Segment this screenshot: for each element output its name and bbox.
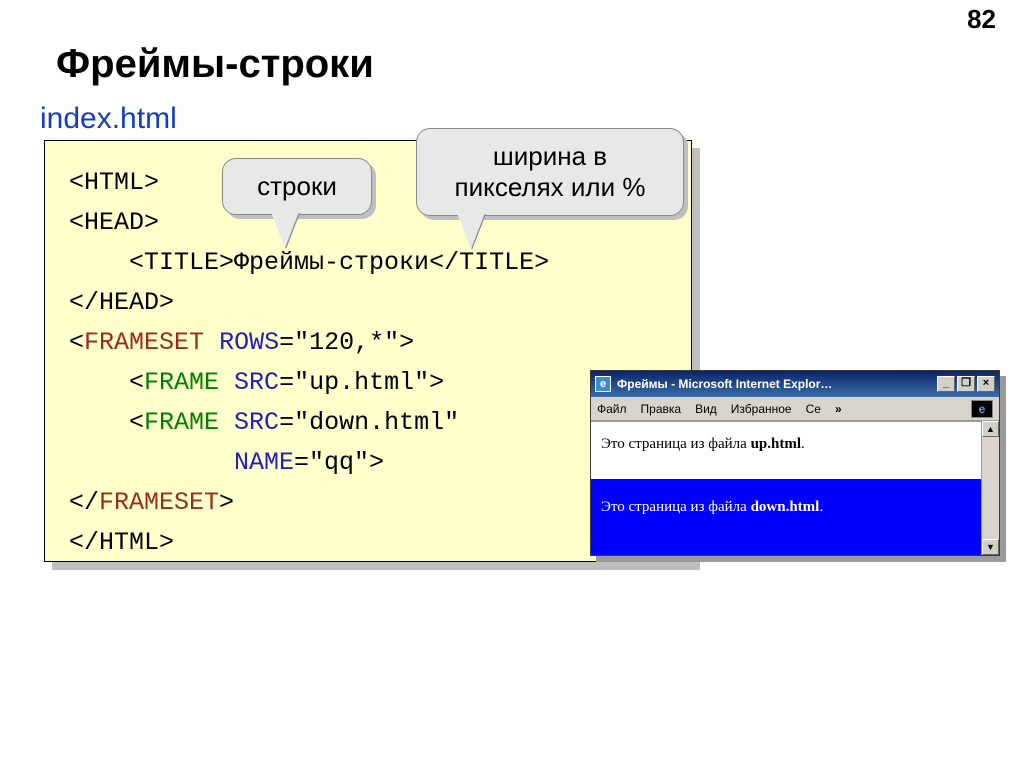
callout-tail xyxy=(457,213,485,249)
frame-up-dot: . xyxy=(801,436,805,452)
code-text: </HTML> xyxy=(69,528,174,557)
callout-text: строки xyxy=(257,171,337,201)
code-text: ="down.html" xyxy=(279,408,459,437)
menu-favorites[interactable]: Избранное xyxy=(731,402,792,416)
code-text: < xyxy=(69,328,84,357)
code-text: <TITLE> xyxy=(69,248,234,277)
ie-logo-icon: e xyxy=(971,400,993,418)
code-text: ="120,*"> xyxy=(279,328,414,357)
code-text xyxy=(219,368,234,397)
code-text: ="qq"> xyxy=(294,448,384,477)
code-keyword: FRAMESET xyxy=(99,488,219,517)
code-text: <HTML> xyxy=(69,168,159,197)
frame-down-content: Это страница из файла down.html. xyxy=(591,479,999,555)
slide-title: Фреймы-строки xyxy=(56,42,374,87)
menu-overflow-icon[interactable]: » xyxy=(835,402,842,416)
code-text: </ xyxy=(69,488,99,517)
frame-down-text: Это страница из файла xyxy=(601,499,751,515)
code-text xyxy=(69,448,234,477)
file-label: index.html xyxy=(40,102,177,136)
callout-rows: строки xyxy=(222,158,372,215)
browser-window: e Фреймы - Microsoft Internet Explor… _ … xyxy=(590,370,1000,556)
maximize-button[interactable]: ❐ xyxy=(957,376,975,392)
window-title: Фреймы - Microsoft Internet Explor… xyxy=(617,377,935,391)
frame-up-text: Это страница из файла xyxy=(601,436,751,452)
code-attr: SRC xyxy=(234,368,279,397)
frame-down-filename: down.html xyxy=(751,499,820,515)
menu-edit[interactable]: Правка xyxy=(641,402,682,416)
scroll-down-icon[interactable]: ▼ xyxy=(982,539,999,555)
scroll-up-icon[interactable]: ▲ xyxy=(982,421,999,437)
frame-up-content: Это страница из файла up.html. xyxy=(591,421,999,479)
callout-tail xyxy=(271,212,299,248)
callout-width: ширина в пикселях или % xyxy=(416,128,684,216)
code-attr: SRC xyxy=(234,408,279,437)
code-keyword: FRAMESET xyxy=(84,328,204,357)
menu-file[interactable]: Файл xyxy=(597,402,627,416)
code-text: </HEAD> xyxy=(69,288,174,317)
menu-service[interactable]: Се xyxy=(806,402,821,416)
code-text: ="up.html"> xyxy=(279,368,444,397)
browser-titlebar: e Фреймы - Microsoft Internet Explor… _ … xyxy=(591,371,999,397)
code-tag: FRAME xyxy=(144,408,219,437)
code-text: </TITLE> xyxy=(429,248,549,277)
frame-down-dot: . xyxy=(819,499,823,515)
code-text xyxy=(204,328,219,357)
code-attr: ROWS xyxy=(219,328,279,357)
scrollbar-vertical[interactable]: ▲ ▼ xyxy=(981,421,999,555)
code-text: <HEAD> xyxy=(69,208,159,237)
code-text: > xyxy=(219,488,234,517)
browser-menubar: Файл Правка Вид Избранное Се » e xyxy=(591,397,999,421)
minimize-button[interactable]: _ xyxy=(937,376,955,392)
code-text: < xyxy=(69,408,144,437)
ie-icon: e xyxy=(595,376,611,392)
page-number: 82 xyxy=(967,4,996,35)
menu-view[interactable]: Вид xyxy=(695,402,717,416)
code-attr: NAME xyxy=(234,448,294,477)
close-button[interactable]: × xyxy=(977,376,995,392)
code-text xyxy=(219,408,234,437)
code-text: < xyxy=(69,368,144,397)
code-tag: FRAME xyxy=(144,368,219,397)
frame-up-filename: up.html xyxy=(751,436,801,452)
callout-text: ширина в пикселях или % xyxy=(455,141,646,202)
code-text: Фреймы-строки xyxy=(234,248,429,277)
